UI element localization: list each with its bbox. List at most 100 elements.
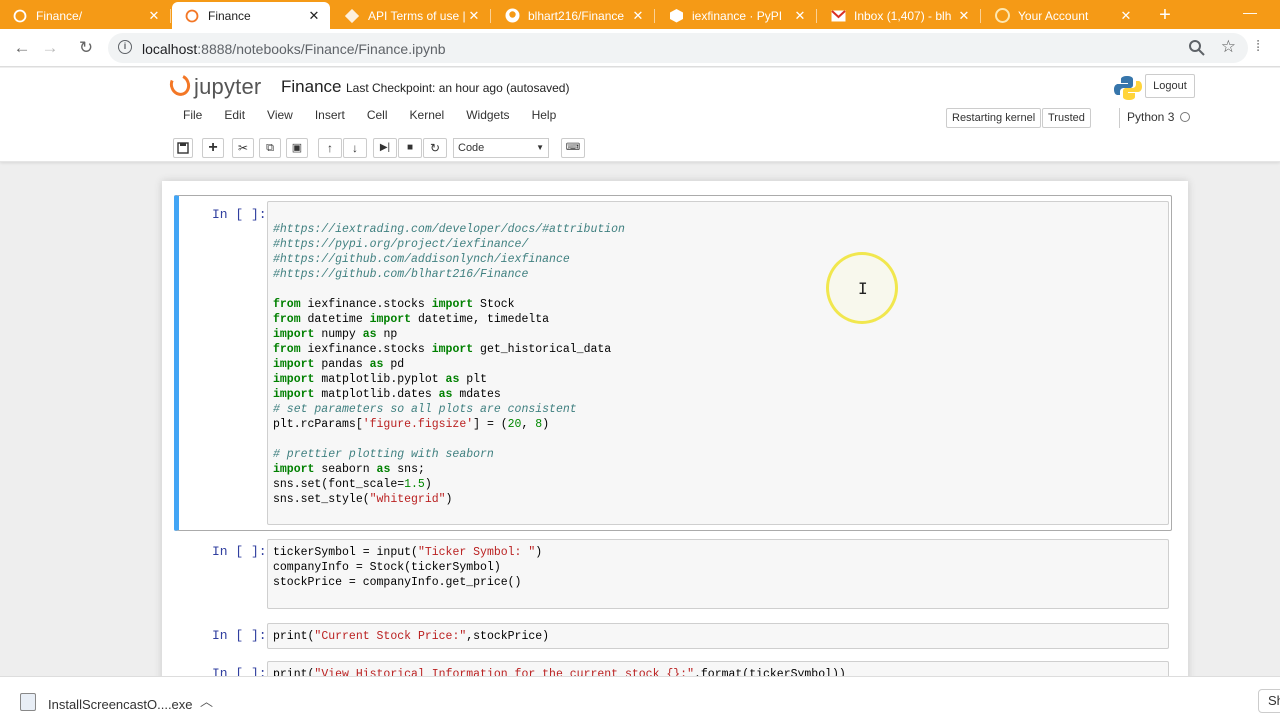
logout-button[interactable]: Logout bbox=[1145, 74, 1195, 98]
cut-icon[interactable]: ✂ bbox=[232, 138, 254, 158]
code-text: print("View Historical Information for t… bbox=[273, 668, 846, 676]
tab-title: blhart216/Finance bbox=[528, 8, 625, 23]
tab-gmail[interactable]: Inbox (1,407) - blh ✕ bbox=[818, 2, 981, 29]
code-text: tickerSymbol = input("Ticker Symbol: ") … bbox=[273, 546, 543, 589]
download-filename[interactable]: InstallScreencastO....exe bbox=[48, 697, 193, 712]
python-logo-icon bbox=[1114, 75, 1142, 101]
paste-icon[interactable]: ▣ bbox=[286, 138, 308, 158]
info-icon[interactable]: i bbox=[118, 40, 132, 54]
code-cell[interactable]: In [ ]: print("Current Stock Price:",sto… bbox=[174, 621, 1172, 659]
code-text: #https://iextrading.com/developer/docs/#… bbox=[273, 223, 625, 506]
tab-title: iexfinance · PyPI bbox=[692, 8, 783, 23]
notebook-container: In [ ]: #https://iextrading.com/develope… bbox=[162, 181, 1188, 676]
copy-icon[interactable]: ⧉ bbox=[259, 138, 281, 158]
show-all-button[interactable]: Sh bbox=[1258, 689, 1280, 713]
address-bar[interactable]: i localhost:8888/notebooks/Finance/Finan… bbox=[108, 33, 1248, 63]
new-tab-icon[interactable]: + bbox=[1155, 5, 1175, 25]
code-input[interactable]: tickerSymbol = input("Ticker Symbol: ") … bbox=[267, 539, 1169, 609]
code-input[interactable]: print("View Historical Information for t… bbox=[267, 661, 1169, 676]
pypi-icon bbox=[668, 8, 684, 24]
search-icon[interactable] bbox=[1188, 39, 1206, 57]
tab-title: Finance/ bbox=[36, 8, 83, 23]
cell-prompt: In [ ]: bbox=[212, 628, 267, 643]
code-text: print("Current Stock Price:",stockPrice) bbox=[273, 630, 550, 643]
kernel-status-badge: Restarting kernel bbox=[946, 108, 1042, 128]
tab-finance-notebook[interactable]: Finance ✕ bbox=[172, 2, 330, 29]
save-icon[interactable] bbox=[173, 138, 193, 158]
close-icon[interactable]: ✕ bbox=[466, 8, 482, 24]
page-content: jupyter Finance Last Checkpoint: an hour… bbox=[0, 68, 1280, 676]
close-icon[interactable]: ✕ bbox=[1118, 8, 1134, 24]
download-bar: InstallScreencastO....exe ︿ Sh bbox=[0, 676, 1280, 720]
forward-arrow-icon[interactable]: → bbox=[40, 38, 60, 58]
gmail-icon bbox=[830, 8, 846, 24]
close-icon[interactable]: ✕ bbox=[956, 8, 972, 24]
run-icon[interactable]: ▶| bbox=[373, 138, 397, 158]
text-cursor-icon: I bbox=[858, 279, 868, 298]
close-icon[interactable]: ✕ bbox=[306, 8, 322, 24]
menu-widgets[interactable]: Widgets bbox=[455, 108, 520, 128]
close-icon[interactable]: ✕ bbox=[630, 8, 646, 24]
minimize-icon[interactable]: — bbox=[1240, 4, 1260, 22]
code-input[interactable]: print("Current Stock Price:",stockPrice) bbox=[267, 623, 1169, 649]
menu-insert[interactable]: Insert bbox=[304, 108, 356, 128]
back-arrow-icon[interactable]: ← bbox=[12, 38, 32, 58]
url-text[interactable]: localhost:8888/notebooks/Finance/Finance… bbox=[142, 41, 446, 57]
checkpoint-status: Last Checkpoint: an hour ago (autosaved) bbox=[346, 81, 570, 95]
divider bbox=[1119, 108, 1120, 128]
code-cell-selected[interactable]: In [ ]: #https://iextrading.com/develope… bbox=[174, 195, 1172, 531]
extension-icon[interactable]: ⁞ bbox=[1256, 38, 1260, 55]
chevron-down-icon: ▼ bbox=[536, 143, 544, 152]
cell-prompt: In [ ]: bbox=[212, 544, 267, 559]
jupyter-icon bbox=[12, 8, 28, 24]
github-icon bbox=[504, 8, 520, 24]
menu-file[interactable]: File bbox=[172, 108, 213, 128]
close-icon[interactable]: ✕ bbox=[146, 8, 162, 24]
browser-toolbar: ← → ↻ i localhost:8888/notebooks/Finance… bbox=[0, 29, 1280, 67]
file-icon bbox=[20, 693, 36, 711]
bookmark-star-icon[interactable]: ☆ bbox=[1221, 37, 1236, 57]
tab-title: Finance bbox=[208, 8, 251, 23]
tab-finance-tree[interactable]: Finance/ ✕ bbox=[0, 2, 171, 29]
cell-prompt: In [ ]: bbox=[212, 666, 267, 676]
notebook-title[interactable]: Finance bbox=[281, 77, 341, 97]
tab-title: API Terms of use | bbox=[368, 8, 466, 23]
jupyter-header: jupyter Finance Last Checkpoint: an hour… bbox=[0, 68, 1280, 162]
cell-prompt: In [ ]: bbox=[212, 207, 267, 222]
menu-kernel[interactable]: Kernel bbox=[399, 108, 456, 128]
chevron-up-icon[interactable]: ︿ bbox=[200, 691, 213, 710]
menu-view[interactable]: View bbox=[256, 108, 304, 128]
cell-type-select[interactable]: Code ▼ bbox=[453, 138, 549, 158]
close-icon[interactable]: ✕ bbox=[792, 8, 808, 24]
jupyter-logo[interactable]: jupyter bbox=[166, 71, 268, 102]
browser-tab-bar: Finance/ ✕ Finance ✕ API Terms of use | … bbox=[0, 0, 1280, 29]
jupyter-logo-icon bbox=[166, 71, 194, 99]
tab-title: Inbox (1,407) - blh bbox=[854, 8, 952, 23]
account-icon bbox=[994, 8, 1010, 24]
restart-icon[interactable]: ↻ bbox=[423, 138, 447, 158]
tab-api-terms[interactable]: API Terms of use | ✕ bbox=[332, 2, 491, 29]
move-up-icon[interactable]: ↑ bbox=[318, 138, 342, 158]
add-cell-icon[interactable]: + bbox=[202, 138, 224, 158]
reload-icon[interactable]: ↻ bbox=[76, 38, 96, 58]
keyboard-icon[interactable]: ⌨ bbox=[561, 138, 585, 158]
tab-pypi[interactable]: iexfinance · PyPI ✕ bbox=[656, 2, 817, 29]
menu-cell[interactable]: Cell bbox=[356, 108, 399, 128]
move-down-icon[interactable]: ↓ bbox=[343, 138, 367, 158]
stop-icon[interactable]: ■ bbox=[398, 138, 422, 158]
menu-help[interactable]: Help bbox=[521, 108, 568, 128]
menu-edit[interactable]: Edit bbox=[213, 108, 256, 128]
tab-title: Your Account bbox=[1018, 8, 1089, 23]
tab-github[interactable]: blhart216/Finance ✕ bbox=[492, 2, 655, 29]
jupyter-logo-text: jupyter bbox=[194, 74, 262, 99]
trusted-badge[interactable]: Trusted bbox=[1042, 108, 1091, 128]
code-input[interactable]: #https://iextrading.com/developer/docs/#… bbox=[267, 201, 1169, 525]
code-cell[interactable]: In [ ]: print("View Historical Informati… bbox=[174, 659, 1172, 676]
tab-your-account[interactable]: Your Account ✕ bbox=[982, 2, 1142, 29]
kernel-name: Python 3 bbox=[1127, 110, 1175, 124]
iex-icon bbox=[344, 8, 360, 24]
notebook-menubar: File Edit View Insert Cell Kernel Widget… bbox=[172, 108, 567, 128]
jupyter-icon bbox=[184, 8, 200, 24]
code-cell[interactable]: In [ ]: tickerSymbol = input("Ticker Sym… bbox=[174, 537, 1172, 615]
kernel-idle-indicator-icon bbox=[1180, 112, 1190, 122]
